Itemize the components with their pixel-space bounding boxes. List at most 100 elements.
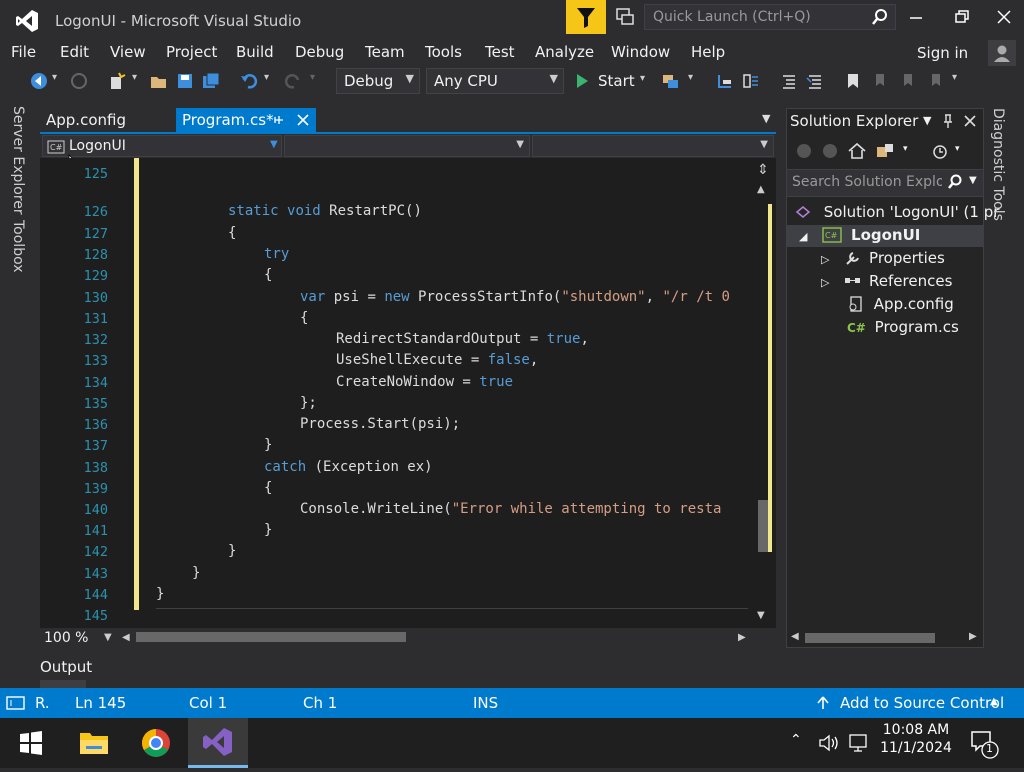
- quick-launch-input[interactable]: Quick Launch (Ctrl+Q): [644, 4, 896, 30]
- previous-bookmark-icon[interactable]: [870, 72, 888, 90]
- start-debugging-button[interactable]: Start ▾: [574, 69, 652, 93]
- solution-search-input[interactable]: Search Solution Explor ▼: [787, 169, 983, 197]
- scroll-right-icon[interactable]: ▶: [969, 631, 977, 642]
- menu-project[interactable]: Project: [166, 43, 217, 61]
- code-line-130[interactable]: var psi = new ProcessStartInfo("shutdown…: [300, 289, 730, 305]
- menu-tools[interactable]: Tools: [425, 43, 462, 61]
- forward-icon[interactable]: [821, 142, 839, 160]
- code-line-126[interactable]: static void RestartPC(): [228, 203, 422, 219]
- menu-view[interactable]: View: [110, 43, 146, 61]
- browser-link-icon[interactable]: [662, 72, 680, 90]
- save-all-icon[interactable]: [202, 72, 220, 90]
- menu-window[interactable]: Window: [611, 43, 670, 61]
- close-window-button[interactable]: [992, 6, 1016, 28]
- vertical-scrollbar[interactable]: ⇕ ▲ ▼: [752, 158, 774, 628]
- comment-lines-icon[interactable]: [780, 72, 798, 90]
- search-options-icon[interactable]: ▼: [969, 175, 977, 186]
- vertical-scroll-thumb[interactable]: [758, 500, 768, 552]
- bookmark-icon[interactable]: [844, 72, 862, 90]
- new-dropdown-icon[interactable]: ▾: [132, 72, 150, 90]
- notification-filter-button[interactable]: [566, 0, 606, 34]
- member-combo[interactable]: ▼: [532, 135, 774, 157]
- navigate-forward-icon[interactable]: [70, 72, 88, 90]
- expanded-arrow-icon[interactable]: ◢: [799, 230, 807, 243]
- menu-help[interactable]: Help: [691, 43, 725, 61]
- tree-item-solution[interactable]: Solution 'LogonUI' (1 pr: [795, 203, 999, 221]
- code-line-133[interactable]: UseShellExecute = false,: [336, 352, 538, 368]
- tree-item-program-cs[interactable]: C# Program.cs: [847, 318, 959, 336]
- add-to-source-control-button[interactable]: Add to Source Control ▲: [816, 688, 1024, 718]
- scroll-right-icon[interactable]: ▶: [738, 632, 746, 643]
- solution-configuration-combo[interactable]: Debug ▼: [336, 68, 420, 94]
- code-line-135[interactable]: };: [300, 395, 317, 411]
- toolbar-options-icon[interactable]: ▾: [952, 72, 970, 90]
- code-line-138[interactable]: catch (Exception ex): [264, 459, 433, 475]
- taskbar-chrome[interactable]: [126, 718, 186, 768]
- pin-icon[interactable]: [272, 113, 286, 127]
- code-editor[interactable]: 125 126 127 128 129 130 131 132 133 134 …: [40, 158, 776, 628]
- action-center-button[interactable]: 1: [968, 728, 1002, 760]
- tab-overflow-dropdown-icon[interactable]: ▼: [762, 112, 770, 125]
- code-line-140[interactable]: Console.WriteLine("Error while attemptin…: [300, 501, 721, 517]
- code-line-128[interactable]: try: [264, 246, 289, 262]
- solution-platform-combo[interactable]: Any CPU ▼: [426, 68, 564, 94]
- pin-icon[interactable]: [941, 113, 955, 129]
- taskbar-file-explorer[interactable]: [64, 718, 124, 768]
- undo-dropdown-icon[interactable]: ▾: [264, 72, 282, 90]
- tree-item-project[interactable]: ◢ C# LogonUI: [799, 226, 920, 244]
- clock[interactable]: 10:08 AM 11/1/2024: [876, 722, 956, 756]
- pending-changes-icon[interactable]: [929, 142, 949, 160]
- chevron-down-icon[interactable]: ▾: [903, 144, 908, 154]
- scroll-left-icon[interactable]: ◀: [122, 632, 130, 643]
- code-line-134[interactable]: CreateNoWindow = true: [336, 374, 513, 390]
- feedback-icon[interactable]: [614, 6, 636, 28]
- home-icon[interactable]: [847, 142, 867, 160]
- tab-app-config[interactable]: App.config: [40, 108, 172, 132]
- step-into-icon[interactable]: [716, 72, 734, 90]
- restore-button[interactable]: [950, 6, 974, 28]
- code-line-144[interactable]: }: [156, 586, 164, 602]
- server-explorer-tab[interactable]: Server Explorer: [10, 106, 26, 215]
- collapsed-arrow-icon[interactable]: ▷: [821, 253, 829, 266]
- menu-test[interactable]: Test: [485, 43, 515, 61]
- code-line-132[interactable]: RedirectStandardOutput = true,: [336, 331, 589, 347]
- tab-program-cs[interactable]: Program.cs*: [176, 108, 316, 132]
- back-icon[interactable]: [795, 142, 813, 160]
- tree-item-properties[interactable]: ▷ Properties: [821, 249, 945, 267]
- show-hidden-icons-icon[interactable]: ⌃: [790, 732, 802, 748]
- close-panel-icon[interactable]: [963, 114, 977, 128]
- tree-item-references[interactable]: ▷ References: [821, 272, 952, 290]
- undo-icon[interactable]: [240, 72, 258, 90]
- code-line-143[interactable]: }: [192, 565, 200, 581]
- step-over-icon[interactable]: [742, 72, 760, 90]
- code-line-129[interactable]: {: [264, 267, 272, 283]
- browser-dropdown-icon[interactable]: ▾: [688, 72, 706, 90]
- menu-debug[interactable]: Debug: [295, 43, 344, 61]
- code-line-131[interactable]: {: [300, 310, 308, 326]
- open-file-icon[interactable]: [150, 72, 168, 90]
- zoom-level[interactable]: 100 %: [44, 630, 88, 646]
- redo-icon[interactable]: [284, 72, 302, 90]
- code-line-139[interactable]: {: [264, 480, 272, 496]
- navigate-back-icon[interactable]: [30, 72, 48, 90]
- save-icon[interactable]: [176, 72, 194, 90]
- tree-item-app-config[interactable]: App.config: [847, 295, 954, 313]
- horizontal-scroll-thumb[interactable]: [805, 633, 935, 643]
- uncomment-lines-icon[interactable]: [806, 72, 824, 90]
- split-window-icon[interactable]: ⇕: [752, 162, 774, 180]
- network-icon[interactable]: [848, 733, 870, 753]
- diagnostic-tools-tab[interactable]: Diagnostic Tools: [990, 108, 1006, 221]
- menu-build[interactable]: Build: [236, 43, 274, 61]
- back-dropdown-icon[interactable]: ▾: [52, 72, 70, 90]
- zoom-dropdown-icon[interactable]: ▼: [104, 632, 112, 643]
- taskbar-visual-studio[interactable]: [188, 718, 248, 768]
- menu-analyze[interactable]: Analyze: [535, 43, 594, 61]
- switch-views-icon[interactable]: [875, 142, 897, 160]
- code-line-141[interactable]: }: [264, 522, 272, 538]
- close-tab-icon[interactable]: [296, 113, 310, 127]
- solution-horizontal-scrollbar[interactable]: ◀ ▶: [787, 629, 983, 647]
- scroll-down-icon[interactable]: ▼: [757, 610, 765, 621]
- menu-edit[interactable]: Edit: [60, 43, 89, 61]
- sign-in-link[interactable]: Sign in: [917, 44, 968, 62]
- type-combo[interactable]: ▼: [284, 135, 530, 157]
